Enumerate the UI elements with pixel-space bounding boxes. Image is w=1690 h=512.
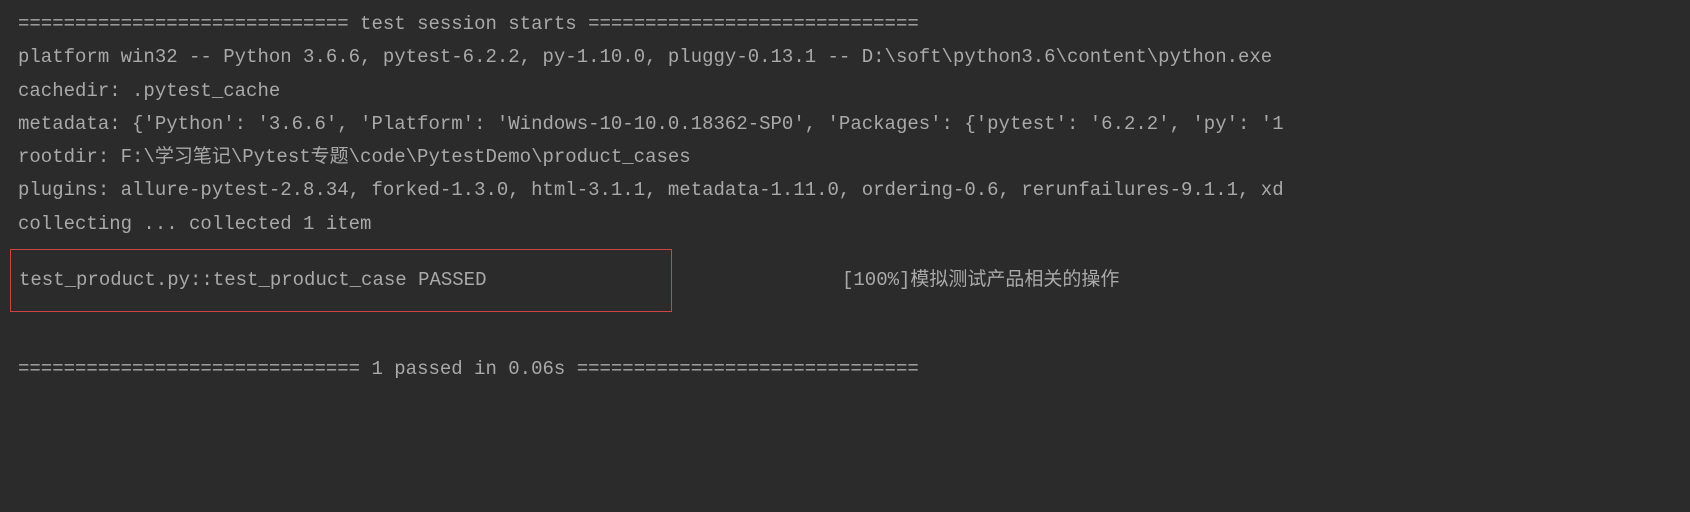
terminal-output: ============================= test sessi… [0, 0, 1690, 394]
blank-line [18, 320, 1672, 353]
session-footer: ============================== 1 passed … [18, 353, 1672, 386]
session-header: ============================= test sessi… [18, 8, 1672, 41]
collecting-line: collecting ... collected 1 item [18, 208, 1672, 241]
platform-line: platform win32 -- Python 3.6.6, pytest-6… [18, 41, 1672, 74]
cachedir-line: cachedir: .pytest_cache [18, 75, 1672, 108]
highlighted-test-result: test_product.py::test_product_case PASSE… [10, 249, 672, 312]
progress-message: [100%]模拟测试产品相关的操作 [842, 264, 1119, 297]
metadata-line: metadata: {'Python': '3.6.6', 'Platform'… [18, 108, 1672, 141]
plugins-line: plugins: allure-pytest-2.8.34, forked-1.… [18, 174, 1672, 207]
test-result-text: test_product.py::test_product_case PASSE… [19, 269, 486, 291]
test-result-row: test_product.py::test_product_case PASSE… [18, 241, 1672, 320]
rootdir-line: rootdir: F:\学习笔记\Pytest专题\code\PytestDem… [18, 141, 1672, 174]
